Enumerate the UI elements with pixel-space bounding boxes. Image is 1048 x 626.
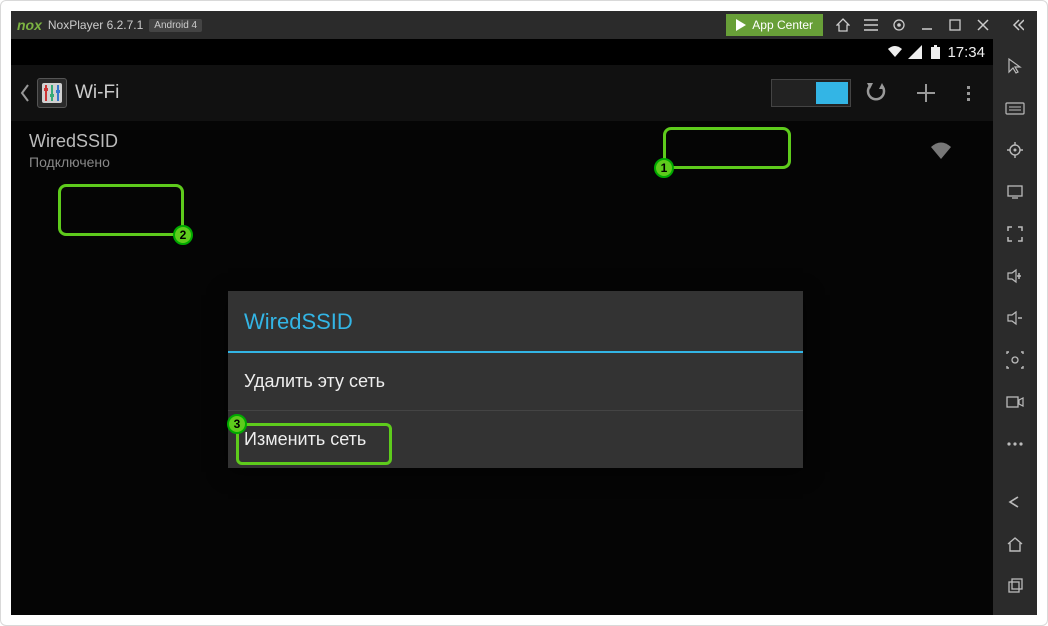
wifi-title: Wi-Fi bbox=[75, 82, 119, 104]
network-ssid: WiredSSID bbox=[29, 131, 118, 152]
dialog-title: WiredSSID bbox=[228, 291, 803, 353]
maximize-icon[interactable] bbox=[941, 11, 969, 39]
refresh-icon[interactable] bbox=[851, 65, 901, 121]
screenshot-icon[interactable] bbox=[993, 339, 1037, 381]
location-icon[interactable] bbox=[993, 129, 1037, 171]
close-icon[interactable] bbox=[969, 11, 997, 39]
titlebar: nox NoxPlayer 6.2.7.1 Android 4 App Cent… bbox=[11, 11, 1037, 39]
record-icon[interactable] bbox=[993, 381, 1037, 423]
wifi-toggle[interactable] bbox=[771, 79, 851, 107]
network-list: WiredSSID Подключено bbox=[11, 121, 993, 182]
screen-icon[interactable] bbox=[993, 171, 1037, 213]
network-item-wiredssid[interactable]: WiredSSID Подключено bbox=[29, 121, 975, 182]
home-icon[interactable] bbox=[829, 11, 857, 39]
collapse-sidebar-icon[interactable] bbox=[1003, 11, 1031, 39]
battery-status-icon bbox=[927, 44, 943, 60]
right-toolbar bbox=[993, 39, 1037, 615]
recent-nav-icon[interactable] bbox=[993, 565, 1037, 607]
keyboard-icon[interactable] bbox=[993, 87, 1037, 129]
settings-app-icon[interactable] bbox=[37, 78, 67, 108]
app-center-button[interactable]: App Center bbox=[726, 14, 823, 36]
callout-2-number: 2 bbox=[173, 225, 193, 245]
wifi-settings-header: Wi-Fi bbox=[11, 65, 993, 121]
gear-icon[interactable] bbox=[885, 11, 913, 39]
android-status-bar: 17:34 bbox=[11, 39, 993, 65]
modify-network-item[interactable]: Изменить сеть bbox=[228, 411, 803, 468]
toggle-thumb-on bbox=[816, 82, 848, 104]
android-screen: 17:34 Wi-Fi bbox=[11, 39, 993, 615]
volume-up-icon[interactable] bbox=[993, 255, 1037, 297]
add-network-icon[interactable] bbox=[901, 65, 951, 121]
forget-network-item[interactable]: Удалить эту сеть bbox=[228, 353, 803, 411]
callout-2: 2 bbox=[58, 184, 184, 236]
app-name: NoxPlayer 6.2.7.1 bbox=[48, 18, 143, 32]
android-badge: Android 4 bbox=[149, 19, 202, 32]
network-context-dialog: WiredSSID Удалить эту сеть Изменить сеть bbox=[228, 291, 803, 468]
fullscreen-icon[interactable] bbox=[993, 213, 1037, 255]
wifi-status-icon bbox=[887, 44, 903, 60]
app-center-label: App Center bbox=[752, 18, 813, 32]
wifi-signal-icon bbox=[929, 141, 953, 161]
cursor-icon[interactable] bbox=[993, 45, 1037, 87]
minimize-icon[interactable] bbox=[913, 11, 941, 39]
more-dots-icon[interactable] bbox=[993, 423, 1037, 465]
menu-lines-icon[interactable] bbox=[857, 11, 885, 39]
play-icon bbox=[736, 19, 746, 31]
nox-logo: nox bbox=[17, 17, 42, 33]
volume-down-icon[interactable] bbox=[993, 297, 1037, 339]
home-nav-icon[interactable] bbox=[993, 523, 1037, 565]
back-chevron-icon[interactable] bbox=[19, 83, 33, 103]
clock-text: 17:34 bbox=[947, 44, 985, 61]
overflow-menu-icon[interactable] bbox=[951, 65, 985, 121]
back-nav-icon[interactable] bbox=[993, 481, 1037, 523]
network-status: Подключено bbox=[29, 154, 118, 170]
signal-status-icon bbox=[907, 44, 923, 60]
